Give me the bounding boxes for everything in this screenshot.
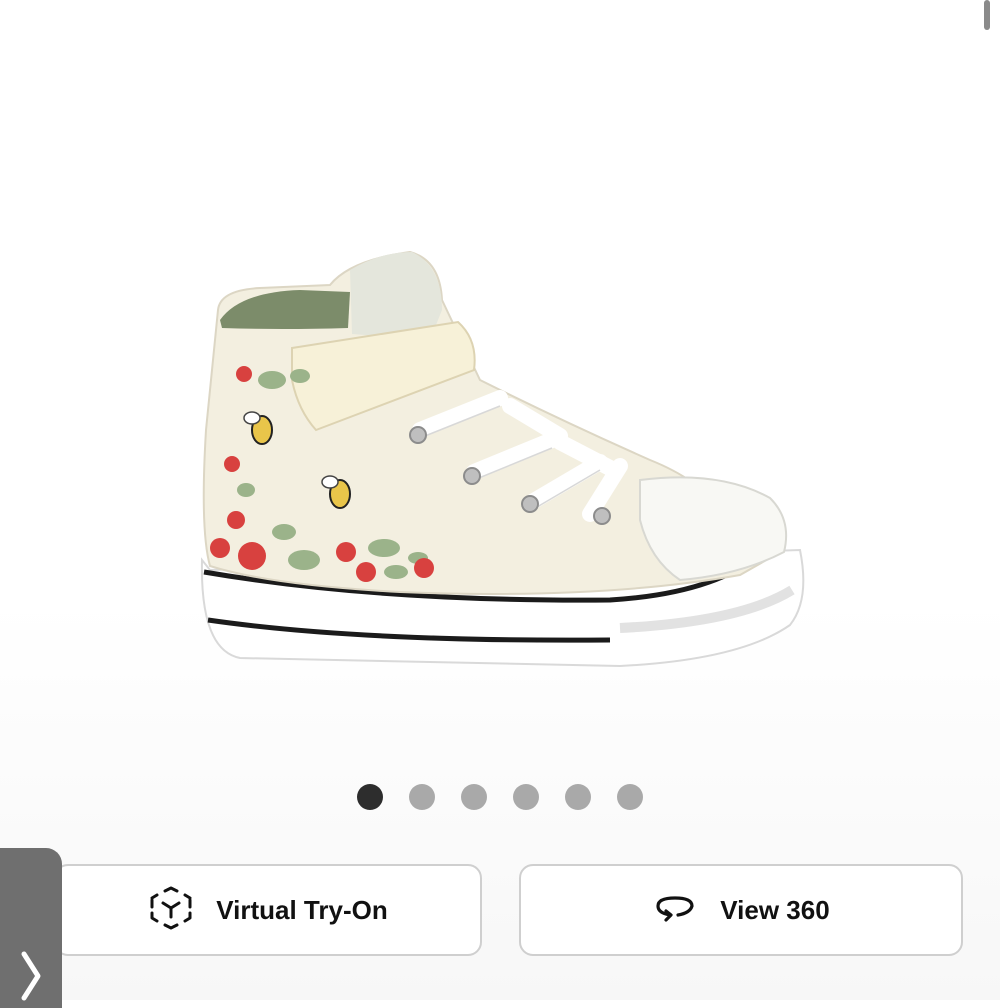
side-tab[interactable]	[0, 848, 62, 1008]
view-360-label: View 360	[720, 894, 830, 925]
virtual-try-on-button[interactable]: Virtual Try-On	[54, 864, 482, 956]
carousel-dot[interactable]	[461, 784, 487, 810]
carousel-dot-active[interactable]	[357, 784, 383, 810]
virtual-try-on-label: Virtual Try-On	[216, 894, 388, 925]
rotate-360-icon	[652, 890, 698, 931]
carousel-dot[interactable]	[513, 784, 539, 810]
ar-cube-icon	[148, 885, 194, 936]
sneaker-illustration	[200, 250, 805, 668]
product-image	[180, 230, 820, 690]
carousel-dots	[357, 784, 643, 810]
view-360-button[interactable]: View 360	[519, 864, 963, 956]
carousel-dot[interactable]	[409, 784, 435, 810]
carousel-dot[interactable]	[617, 784, 643, 810]
carousel-dot[interactable]	[565, 784, 591, 810]
scrollbar[interactable]	[984, 0, 990, 30]
chevron-right-icon	[21, 951, 41, 1001]
